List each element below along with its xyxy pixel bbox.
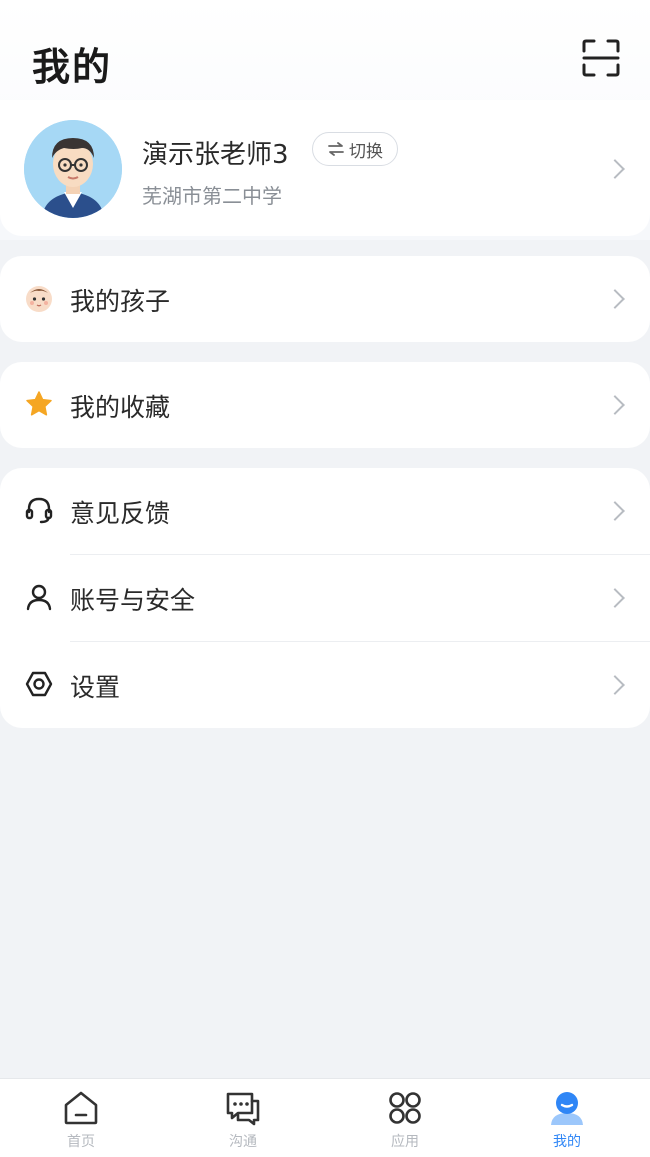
menu-item-favorites-label: 我的收藏 [70, 393, 171, 422]
chevron-right-icon [605, 588, 625, 608]
avatar [24, 120, 122, 218]
menu-item-account-security-label: 账号与安全 [70, 586, 196, 615]
chevron-right-icon [605, 675, 625, 695]
settings-card: 意见反馈 账号与安全 设置 [0, 468, 650, 728]
children-card: 我的孩子 [0, 256, 650, 342]
tab-chat[interactable]: 沟通 [162, 1079, 324, 1157]
profile-card[interactable]: 演示张老师3 切换 芜湖市第二中学 [0, 100, 650, 236]
menu-item-settings[interactable]: 设置 [0, 642, 650, 728]
scan-button[interactable] [580, 38, 622, 78]
tab-apps-label: 应用 [391, 1134, 419, 1150]
menu-item-children[interactable]: 我的孩子 [0, 256, 650, 342]
tab-home-label: 首页 [67, 1134, 95, 1150]
tab-apps[interactable]: 应用 [324, 1079, 486, 1157]
profile-icon [551, 1092, 583, 1125]
chevron-right-icon [605, 501, 625, 521]
baby-face-icon [26, 286, 52, 312]
teacher-avatar [24, 120, 122, 218]
tab-home[interactable]: 首页 [0, 1079, 162, 1157]
settings-icon [25, 671, 53, 697]
switch-account-button[interactable]: 切换 [312, 132, 398, 166]
chevron-right-icon [605, 289, 625, 309]
menu-item-children-label: 我的孩子 [70, 287, 171, 316]
page-title: 我的 [32, 45, 113, 89]
menu-item-account-security[interactable]: 账号与安全 [0, 555, 650, 641]
tab-profile[interactable]: 我的 [486, 1079, 648, 1157]
tab-profile-label: 我的 [553, 1134, 581, 1150]
scan-icon [582, 39, 620, 77]
switch-account-label: 切换 [349, 141, 383, 162]
chat-icon [226, 1092, 260, 1126]
apps-icon [389, 1092, 421, 1124]
menu-item-feedback[interactable]: 意见反馈 [0, 468, 650, 554]
user-icon [26, 584, 52, 611]
swap-arrows-icon [328, 142, 344, 156]
chevron-right-icon [605, 159, 625, 179]
favorites-card: 我的收藏 [0, 362, 650, 448]
chevron-right-icon [605, 395, 625, 415]
tab-chat-label: 沟通 [229, 1134, 257, 1150]
bottom-tab-bar: 首页 沟通 应用 我的 [0, 1078, 650, 1157]
menu-item-feedback-label: 意见反馈 [70, 499, 171, 528]
school-name: 芜湖市第二中学 [142, 184, 282, 208]
menu-item-favorites[interactable]: 我的收藏 [0, 362, 650, 448]
star-icon [26, 391, 52, 416]
menu-item-settings-label: 设置 [70, 673, 121, 702]
headset-icon [25, 497, 53, 524]
user-name: 演示张老师3 [142, 140, 289, 170]
home-icon [64, 1091, 98, 1125]
